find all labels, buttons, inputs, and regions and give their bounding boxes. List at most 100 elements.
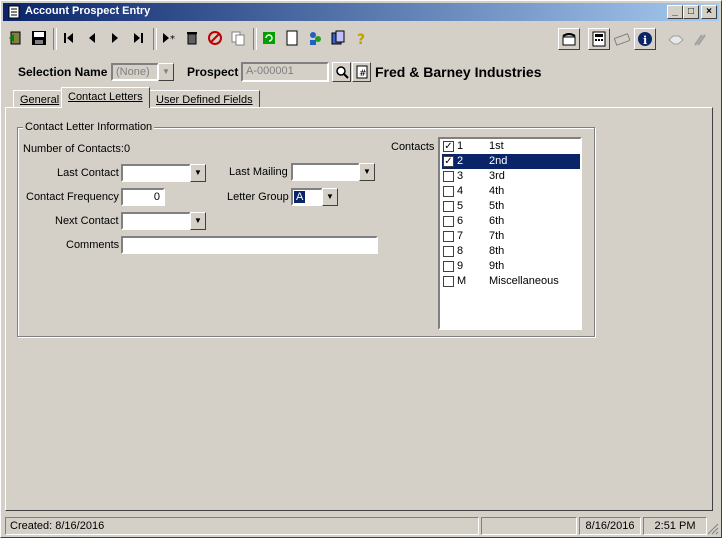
close-button[interactable]: × bbox=[701, 5, 717, 19]
exit-icon[interactable] bbox=[6, 28, 26, 48]
copy-icon[interactable] bbox=[228, 28, 248, 48]
last-record-icon[interactable] bbox=[128, 28, 148, 48]
lookup-icon[interactable] bbox=[332, 62, 351, 82]
window-title: Account Prospect Entry bbox=[25, 5, 151, 17]
next-record-icon[interactable] bbox=[105, 28, 125, 48]
delete-icon[interactable] bbox=[182, 28, 202, 48]
tab-general[interactable]: General bbox=[13, 90, 67, 107]
last-mailing-dropdown[interactable]: ▼ bbox=[359, 163, 375, 181]
comments-field[interactable] bbox=[121, 236, 378, 254]
next-contact-label: Next Contact bbox=[55, 215, 119, 227]
status-blank bbox=[481, 517, 577, 535]
selection-name-field[interactable]: (None) bbox=[111, 63, 159, 81]
contact-code: 4 bbox=[457, 185, 464, 197]
last-contact-field[interactable] bbox=[121, 164, 191, 182]
contact-checkbox[interactable]: ✓ bbox=[443, 141, 454, 152]
letter-group-field[interactable]: A bbox=[291, 188, 323, 206]
notes-icon[interactable] bbox=[282, 28, 302, 48]
contact-checkbox[interactable] bbox=[443, 186, 454, 197]
contact-frequency-label: Contact Frequency bbox=[26, 191, 119, 203]
list-item[interactable]: M Miscellaneous bbox=[442, 274, 580, 289]
contact-name: Miscellaneous bbox=[489, 275, 559, 287]
contact-frequency-field[interactable]: 0 bbox=[121, 188, 165, 206]
letter-group-value: A bbox=[294, 191, 306, 203]
contact-code: 8 bbox=[457, 245, 464, 257]
cancel-icon[interactable] bbox=[205, 28, 225, 48]
resize-grip-icon[interactable] bbox=[707, 523, 719, 535]
last-contact-dropdown[interactable]: ▼ bbox=[190, 164, 206, 182]
list-item[interactable]: 4 4th bbox=[442, 184, 580, 199]
list-item[interactable]: 8 8th bbox=[442, 244, 580, 259]
new-record-icon[interactable]: * bbox=[159, 28, 179, 48]
next-contact-dropdown[interactable]: ▼ bbox=[190, 212, 206, 230]
refresh-icon[interactable] bbox=[259, 28, 279, 48]
svg-text:#: # bbox=[359, 69, 367, 79]
comments-label: Comments bbox=[66, 239, 120, 251]
tab-contact-letters[interactable]: Contact Letters bbox=[61, 87, 150, 108]
contact-name: 5th bbox=[489, 200, 505, 212]
minimize-button[interactable]: _ bbox=[667, 5, 683, 19]
reports-icon[interactable] bbox=[328, 28, 348, 48]
selection-name-label: Selection Name bbox=[18, 65, 108, 79]
info-icon[interactable]: i bbox=[634, 28, 656, 50]
letter-group-dropdown[interactable]: ▼ bbox=[322, 188, 338, 206]
status-time: 2:51 PM bbox=[643, 517, 707, 535]
number-lookup-icon[interactable]: # bbox=[352, 62, 371, 82]
contact-checkbox[interactable] bbox=[443, 276, 454, 287]
list-item[interactable]: 6 6th bbox=[442, 214, 580, 229]
contact-code: 5 bbox=[457, 200, 464, 212]
contact-code: 9 bbox=[457, 260, 464, 272]
contact-code: 6 bbox=[457, 215, 464, 227]
tab-user-defined-fields-label: User Defined Fields bbox=[156, 94, 253, 106]
list-item[interactable]: 3 3rd bbox=[442, 169, 580, 184]
maximize-button[interactable]: □ bbox=[683, 5, 699, 19]
company-name: Fred & Barney Industries bbox=[375, 64, 542, 80]
contact-name: 9th bbox=[489, 260, 505, 272]
prospect-label: Prospect bbox=[187, 65, 239, 79]
app-icon bbox=[8, 5, 20, 19]
contact-name: 8th bbox=[489, 245, 505, 257]
num-contacts-value: 0 bbox=[124, 143, 131, 155]
svg-text:*: * bbox=[170, 34, 175, 45]
contact-code: M bbox=[457, 275, 467, 287]
contact-checkbox[interactable] bbox=[443, 246, 454, 257]
contact-checkbox[interactable] bbox=[443, 231, 454, 242]
list-item[interactable]: ✓ 2 2nd bbox=[442, 154, 580, 169]
help-icon[interactable]: ? bbox=[351, 28, 371, 48]
contact-code: 1 bbox=[457, 140, 464, 152]
svg-text:i: i bbox=[643, 34, 647, 47]
keyboard-icon bbox=[611, 28, 633, 50]
contact-checkbox[interactable] bbox=[443, 216, 454, 227]
contact-checkbox[interactable] bbox=[443, 261, 454, 272]
previous-record-icon[interactable] bbox=[82, 28, 102, 48]
title-bar[interactable]: Account Prospect Entry _ □ × bbox=[3, 3, 719, 21]
contacts-icon[interactable] bbox=[305, 28, 325, 48]
list-item[interactable]: ✓ 1 1st bbox=[442, 139, 580, 154]
contacts-label: Contacts bbox=[391, 141, 435, 153]
selection-name-dropdown[interactable]: ▼ bbox=[158, 63, 174, 81]
contact-name: 4th bbox=[489, 185, 505, 197]
tools-icon bbox=[689, 28, 711, 50]
contact-checkbox[interactable] bbox=[443, 201, 454, 212]
contact-name: 7th bbox=[489, 230, 505, 242]
list-item[interactable]: 7 7th bbox=[442, 229, 580, 244]
list-item[interactable]: 9 9th bbox=[442, 259, 580, 274]
next-contact-field[interactable] bbox=[121, 212, 191, 230]
prospect-field[interactable]: A-000001 bbox=[241, 62, 329, 82]
contact-checkbox[interactable] bbox=[443, 171, 454, 182]
list-item[interactable]: 5 5th bbox=[442, 199, 580, 214]
save-icon[interactable] bbox=[29, 28, 49, 48]
contact-code: 2 bbox=[457, 155, 464, 167]
tab-general-label: General bbox=[20, 94, 60, 106]
last-mailing-field[interactable] bbox=[291, 163, 360, 181]
first-record-icon[interactable] bbox=[59, 28, 79, 48]
calculator-icon[interactable] bbox=[588, 28, 610, 50]
contact-name: 1st bbox=[489, 140, 504, 152]
contacts-list[interactable]: ✓ 1 1st ✓ 2 2nd 3 3rd 4 4th 5 5th 6 6th bbox=[438, 137, 582, 330]
tab-user-defined-fields[interactable]: User Defined Fields bbox=[149, 90, 260, 107]
letter-group-label: Letter Group bbox=[227, 191, 289, 203]
contact-code: 7 bbox=[457, 230, 464, 242]
phone-icon[interactable] bbox=[558, 28, 580, 50]
last-mailing-label: Last Mailing bbox=[229, 166, 288, 178]
contact-checkbox[interactable]: ✓ bbox=[443, 156, 454, 167]
